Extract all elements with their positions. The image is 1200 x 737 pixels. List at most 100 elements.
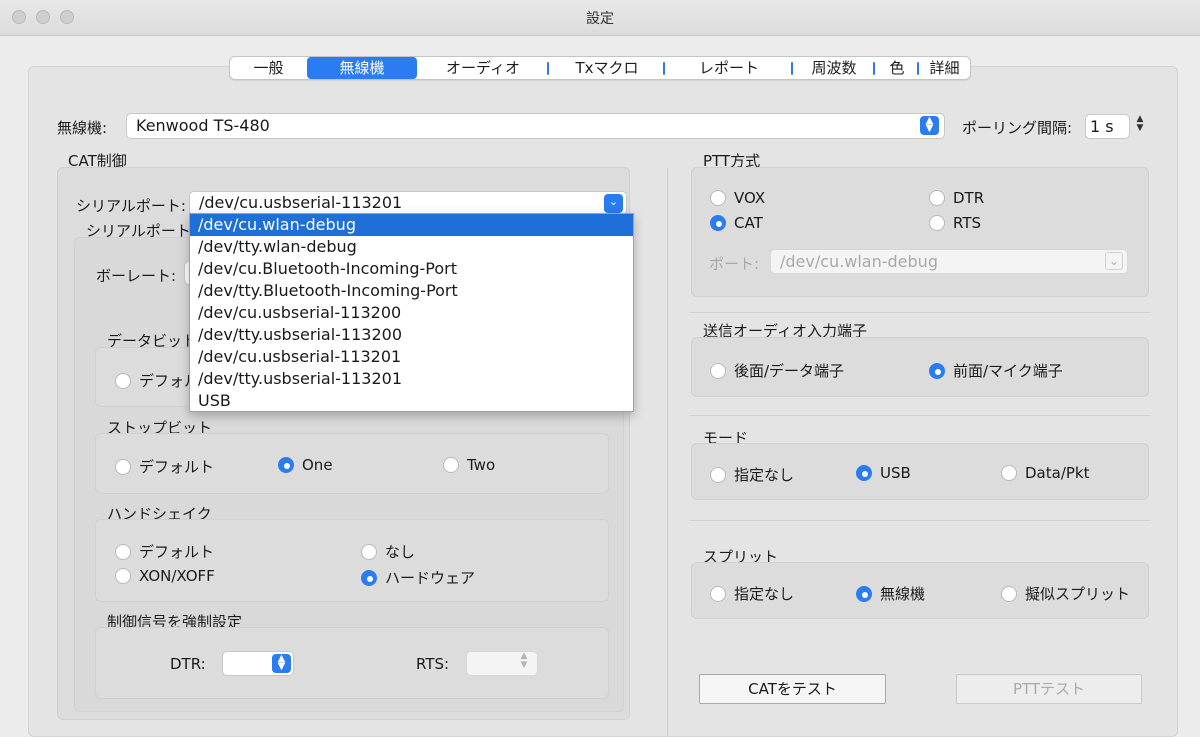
ptt-vox-radio[interactable]: VOX bbox=[710, 189, 765, 207]
radio-on-icon bbox=[710, 215, 726, 231]
radio-off-icon bbox=[929, 190, 945, 206]
section-divider bbox=[690, 312, 1150, 313]
split-rig-radio[interactable]: 無線機 bbox=[856, 583, 925, 604]
radio-off-icon bbox=[710, 585, 726, 602]
chevron-down-icon: ⌄ bbox=[1105, 252, 1123, 270]
radio-label: 後面/データ端子 bbox=[734, 362, 845, 380]
tab-advanced[interactable]: 詳細 bbox=[919, 57, 970, 79]
column-divider bbox=[667, 168, 668, 737]
port-option[interactable]: /dev/tty.wlan-debug bbox=[190, 236, 633, 258]
radio-on-icon bbox=[856, 585, 872, 602]
polling-interval-label: ポーリング間隔: bbox=[962, 119, 1073, 137]
serial-port-select[interactable]: /dev/cu.usbserial-113201 bbox=[189, 191, 627, 215]
ptt-rts-radio[interactable]: RTS bbox=[929, 214, 981, 232]
stop-bits-two-radio[interactable]: Two bbox=[443, 456, 495, 474]
mode-usb-radio[interactable]: USB bbox=[856, 464, 911, 482]
section-divider bbox=[690, 415, 1150, 416]
mode-none-radio[interactable]: 指定なし bbox=[710, 464, 794, 485]
radio-model-value: Kenwood TS-480 bbox=[136, 116, 270, 135]
tab-tx-macros[interactable]: Txマクロ bbox=[549, 57, 665, 79]
tab-audio[interactable]: オーディオ bbox=[417, 57, 549, 79]
port-option[interactable]: /dev/cu.usbserial-113200 bbox=[190, 302, 633, 324]
radio-label: USB bbox=[880, 464, 911, 482]
polling-interval-value: 1 s bbox=[1090, 117, 1114, 136]
radio-label: One bbox=[302, 456, 333, 474]
ptt-cat-radio[interactable]: CAT bbox=[710, 214, 763, 232]
radio-off-icon bbox=[115, 568, 131, 584]
test-ptt-button[interactable]: PTTテスト bbox=[956, 674, 1142, 704]
radio-label: なし bbox=[385, 543, 416, 561]
handshake-hardware-radio[interactable]: ハードウェア bbox=[361, 567, 475, 588]
radio-label: 無線機: bbox=[57, 119, 108, 137]
serial-port-value: /dev/cu.usbserial-113201 bbox=[199, 193, 403, 212]
settings-window: 設定 一般 無線機 オーディオ Txマクロ レポート 周波数 色 詳細 無線機:… bbox=[0, 0, 1200, 737]
port-option[interactable]: /dev/cu.usbserial-113201 bbox=[190, 346, 633, 368]
radio-off-icon bbox=[710, 190, 726, 206]
stop-bits-default-radio[interactable]: デフォルト bbox=[115, 456, 214, 477]
ptt-port-select[interactable]: /dev/cu.wlan-debug bbox=[770, 249, 1128, 274]
tx-audio-front-radio[interactable]: 前面/マイク端子 bbox=[929, 360, 1063, 381]
port-option[interactable]: /dev/tty.usbserial-113201 bbox=[190, 368, 633, 390]
radio-label: 指定なし bbox=[734, 466, 795, 484]
radio-label: 擬似スプリット bbox=[1025, 585, 1131, 603]
radio-label: デフォルト bbox=[139, 458, 215, 476]
radio-label: DTR bbox=[953, 189, 985, 207]
rts-stepper-icon: ▲ ▼ bbox=[520, 651, 528, 670]
dtr-label: DTR: bbox=[170, 655, 206, 673]
radio-on-icon bbox=[929, 362, 945, 379]
chevron-down-icon: ⌄ bbox=[604, 194, 623, 213]
radio-model-stepper-icon: ▲ ▼ bbox=[920, 116, 939, 135]
ptt-dtr-radio[interactable]: DTR bbox=[929, 189, 984, 207]
radio-label: Two bbox=[467, 456, 496, 474]
radio-on-icon bbox=[856, 465, 872, 481]
radio-off-icon bbox=[443, 457, 459, 473]
radio-label: ハードウェア bbox=[385, 569, 476, 587]
radio-label: 指定なし bbox=[734, 585, 795, 603]
radio-off-icon bbox=[115, 458, 131, 475]
radio-model-select[interactable]: Kenwood TS-480 bbox=[126, 113, 945, 139]
stop-bits-one-radio[interactable]: One bbox=[278, 456, 333, 474]
tab-frequencies[interactable]: 周波数 bbox=[793, 57, 875, 79]
polling-interval-stepper-icon[interactable]: ▲ ▼ bbox=[1133, 115, 1147, 137]
radio-off-icon bbox=[115, 372, 131, 389]
tab-general[interactable]: 一般 bbox=[230, 57, 307, 79]
radio-label: 前面/マイク端子 bbox=[953, 362, 1063, 380]
dtr-stepper-icon: ▲ ▼ bbox=[272, 654, 291, 673]
port-option[interactable]: /dev/cu.wlan-debug bbox=[190, 214, 633, 236]
radio-label: 無線機 bbox=[880, 585, 926, 603]
port-option[interactable]: /dev/tty.Bluetooth-Incoming-Port bbox=[190, 280, 633, 302]
radio-label: VOX bbox=[734, 189, 766, 207]
radio-label: RTS bbox=[953, 214, 982, 232]
tab-bar: 一般 無線機 オーディオ Txマクロ レポート 周波数 色 詳細 bbox=[229, 56, 971, 80]
split-none-radio[interactable]: 指定なし bbox=[710, 583, 794, 604]
split-fake-radio[interactable]: 擬似スプリット bbox=[1001, 583, 1130, 604]
handshake-xonxoff-radio[interactable]: XON/XOFF bbox=[115, 567, 215, 585]
serial-port-dropdown: /dev/cu.wlan-debug /dev/tty.wlan-debug /… bbox=[189, 213, 634, 412]
tab-colors[interactable]: 色 bbox=[875, 57, 919, 79]
radio-on-icon bbox=[361, 569, 377, 586]
tab-reporting[interactable]: レポート bbox=[665, 57, 793, 79]
port-option[interactable]: USB bbox=[190, 390, 633, 412]
polling-interval-input[interactable]: 1 s bbox=[1085, 114, 1130, 139]
test-cat-button[interactable]: CATをテスト bbox=[699, 674, 886, 704]
ptt-port-value: /dev/cu.wlan-debug bbox=[780, 252, 938, 271]
window-title: 設定 bbox=[586, 11, 614, 27]
tx-audio-rear-radio[interactable]: 後面/データ端子 bbox=[710, 360, 844, 381]
mode-datapkt-radio[interactable]: Data/Pkt bbox=[1001, 464, 1089, 482]
tab-radio[interactable]: 無線機 bbox=[307, 57, 417, 79]
radio-off-icon bbox=[710, 466, 726, 483]
radio-off-icon bbox=[361, 543, 377, 560]
handshake-none-radio[interactable]: なし bbox=[361, 541, 415, 562]
radio-label: XON/XOFF bbox=[139, 567, 215, 585]
section-divider bbox=[690, 520, 1150, 521]
ptt-method-group bbox=[691, 167, 1149, 297]
port-option[interactable]: /dev/cu.Bluetooth-Incoming-Port bbox=[190, 258, 633, 280]
radio-off-icon bbox=[710, 362, 726, 379]
handshake-default-radio[interactable]: デフォルト bbox=[115, 541, 214, 562]
rts-label: RTS: bbox=[416, 655, 450, 673]
radio-label: Data/Pkt bbox=[1025, 464, 1090, 482]
port-option[interactable]: /dev/tty.usbserial-113200 bbox=[190, 324, 633, 346]
baud-rate-label: ボーレート: bbox=[96, 267, 177, 285]
title-bar: 設定 bbox=[0, 0, 1200, 36]
ptt-port-label: ポート: bbox=[709, 255, 760, 273]
